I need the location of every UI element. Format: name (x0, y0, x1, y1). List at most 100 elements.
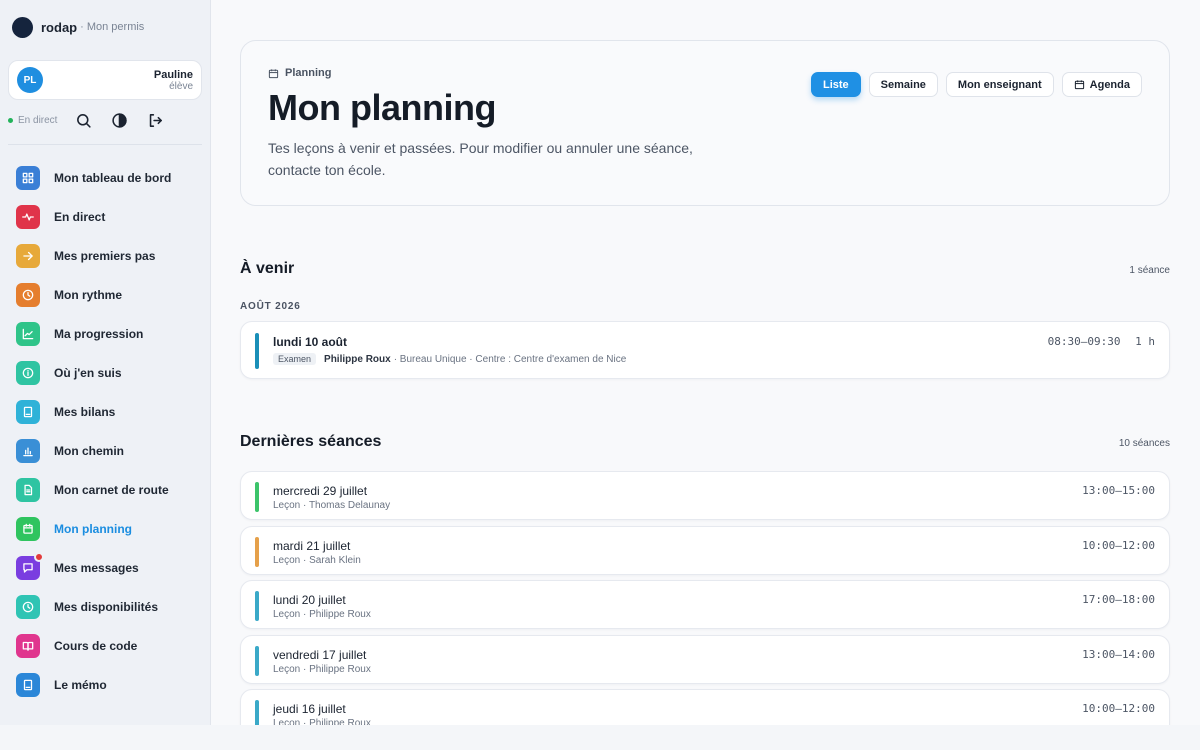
past-session[interactable]: vendredi 17 juillet Leçon · Philippe Roux… (240, 634, 1170, 684)
session-teacher: Philippe Roux (324, 353, 391, 365)
live-status-dot (8, 117, 13, 123)
sidebar-item-mon-rythme[interactable]: Mon rythme (8, 275, 204, 314)
past-count: 10 séances (1118, 438, 1170, 449)
sidebar-divider (8, 144, 202, 145)
session-color-bar (255, 645, 259, 676)
trend-icon (16, 321, 40, 346)
user-text: Pauline élève (154, 69, 193, 92)
session-type-tag: Examen (273, 353, 317, 365)
sidebar-item-mon-tableau-de-bord[interactable]: Mon tableau de bord (8, 158, 204, 197)
sidebar-item-mon-carnet-de-route[interactable]: Mon carnet de route (8, 470, 204, 509)
breadcrumb: Planning (268, 67, 331, 79)
tab-liste[interactable]: Liste (810, 72, 861, 97)
sidebar-item-label: Où j'en suis (54, 365, 122, 380)
tab-label: Semaine (880, 78, 926, 91)
session-date: lundi 20 juillet (273, 593, 346, 607)
session-date: jeudi 16 juillet (273, 702, 346, 716)
view-tabs: Liste Semaine Mon enseignant Agenda (803, 72, 1142, 97)
past-title: Dernières séances (240, 433, 382, 450)
sidebar-item-label: Le mémo (54, 677, 107, 692)
past-session[interactable]: lundi 20 juillet Leçon · Philippe Roux 17:… (240, 580, 1170, 629)
sidebar-item-label: Mes disponibilités (54, 599, 159, 614)
sidebar-item-mon-chemin[interactable]: Mon chemin (8, 431, 204, 470)
sidebar-item-label: En direct (54, 209, 106, 224)
book-icon (16, 672, 40, 697)
brand-sub: · Mon permis (80, 21, 145, 33)
sidebar-item-label: Mon tableau de bord (54, 170, 172, 185)
month-label: AOÛT 2026 (240, 301, 301, 312)
session-date: mardi 21 juillet (273, 538, 351, 553)
theme-toggle-button[interactable] (107, 108, 131, 132)
avatar: PL (17, 67, 43, 93)
upcoming-session[interactable]: lundi 10 août Examen Philippe Roux · Bur… (240, 321, 1170, 379)
session-details: Leçon · Philippe Roux (273, 663, 371, 675)
open-book-icon (16, 633, 40, 658)
sidebar-item-label: Mes bilans (54, 404, 116, 419)
logout-button[interactable] (143, 108, 167, 132)
page-description: Tes leçons à venir et passées. Pour modi… (268, 140, 693, 178)
tab-mon-enseignant[interactable]: Mon enseignant (945, 72, 1054, 97)
sidebar-item-label: Mon rythme (54, 287, 123, 302)
notification-badge (34, 551, 44, 562)
page-title: Mon planning (268, 87, 496, 128)
tab-semaine[interactable]: Semaine (868, 72, 938, 97)
session-color-bar (255, 591, 259, 621)
tab-label: Mon enseignant (957, 78, 1042, 91)
sidebar-item-mes-bilans[interactable]: Mes bilans (8, 392, 204, 431)
sidebar-item-ou-j-en-suis[interactable]: Où j'en suis (8, 353, 204, 392)
session-color-bar (255, 536, 259, 567)
session-date: lundi 10 août (273, 335, 348, 349)
user-card[interactable]: PL Pauline élève (8, 60, 202, 100)
calendar-icon (1074, 80, 1084, 90)
session-date: mercredi 29 juillet (273, 484, 368, 498)
sidebar-item-label: Ma progression (54, 326, 144, 341)
session-duration: 1 h (1135, 335, 1155, 348)
bar-chart-icon (16, 438, 40, 463)
search-icon (77, 113, 91, 128)
upcoming-title: À venir (240, 260, 295, 277)
sidebar-item-mon-planning[interactable]: Mon planning (8, 509, 204, 548)
session-details: Examen Philippe Roux · Bureau Unique · C… (273, 353, 626, 365)
book-icon (16, 399, 40, 424)
session-time-range: 08:30–09:30 (1047, 335, 1121, 348)
tab-agenda[interactable]: Agenda (1061, 72, 1142, 97)
calendar-icon (16, 516, 40, 541)
brand-name: rodap (41, 19, 78, 35)
session-details: Leçon · Thomas Delaunay (273, 500, 391, 511)
past-session[interactable]: mardi 21 juillet Leçon · Sarah Klein 10:00… (240, 525, 1170, 575)
grid-icon (16, 165, 40, 190)
search-button[interactable] (71, 108, 95, 132)
tab-label: Liste (822, 78, 849, 91)
session-details: Leçon · Philippe Roux (273, 609, 371, 620)
session-details: Leçon · Sarah Klein (273, 554, 361, 566)
sidebar-tools: En direct (8, 108, 202, 132)
sidebar-item-ma-progression[interactable]: Ma progression (8, 314, 204, 353)
sidebar-item-label: Mon carnet de route (54, 482, 169, 497)
session-color-bar (255, 482, 259, 512)
sidebar-item-en-direct[interactable]: En direct (8, 197, 204, 236)
message-icon (16, 551, 44, 580)
sidebar-item-mes-messages[interactable]: Mes messages (8, 548, 204, 587)
user-name: Pauline (153, 68, 193, 81)
user-role: élève (169, 80, 193, 92)
session-time: 10:00–12:00 (1082, 702, 1155, 715)
brand[interactable]: rodap · Mon permis (0, 0, 210, 54)
sidebar-item-label: Mes messages (54, 560, 139, 575)
info-icon (16, 360, 40, 385)
sidebar-item-le-memo[interactable]: Le mémo (8, 665, 204, 704)
session-time: 13:00–15:00 (1082, 484, 1155, 497)
live-status-label: En direct (18, 114, 58, 126)
tab-label: Agenda (1089, 78, 1130, 91)
past-session[interactable]: mercredi 29 juillet Leçon · Thomas Delaun… (240, 471, 1170, 520)
session-time: 13:00–14:00 (1082, 647, 1155, 661)
sidebar-item-cours-de-code[interactable]: Cours de code (8, 626, 204, 665)
sidebar-item-mes-premiers-pas[interactable]: Mes premiers pas (8, 236, 204, 275)
sidebar-item-label: Mon planning (54, 521, 132, 536)
session-time: 08:30–09:30 1 h (1048, 335, 1155, 348)
pulse-icon (16, 204, 40, 229)
sidebar-item-mes-disponibilites[interactable]: Mes disponibilités (8, 587, 204, 626)
sidebar-item-label: Mes premiers pas (54, 248, 156, 263)
brand-logo (12, 16, 33, 38)
page-header-card: Planning Mon planning Tes leçons à venir… (240, 40, 1170, 206)
document-icon (16, 477, 40, 502)
